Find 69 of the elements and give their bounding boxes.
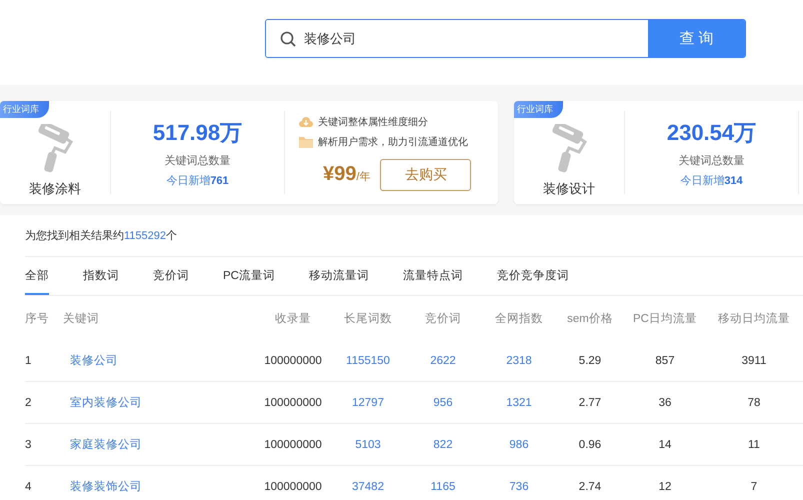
number-link[interactable]: 822: [403, 438, 483, 450]
category-badge: 行业词库: [0, 101, 49, 118]
column-header: 移动日均流量: [717, 311, 791, 326]
keyword-total: 230.54万: [666, 118, 756, 146]
column-header: 收录量: [274, 312, 312, 326]
table-cell-text: 2.77: [578, 396, 602, 408]
table-cell-text: 1: [25, 354, 32, 366]
filter-tab[interactable]: 竞价竞争度词: [496, 257, 569, 295]
number-link[interactable]: 2622: [403, 354, 483, 366]
keyword-total: 517.98万: [152, 118, 242, 146]
table-cell-text: 14: [658, 438, 672, 450]
table-cell-text: 0.96: [578, 438, 602, 450]
filter-tab[interactable]: 移动流量词: [308, 257, 369, 295]
number-link[interactable]: 37482: [333, 480, 403, 492]
category-name: 装修涂料: [29, 180, 81, 198]
column-header: 全网指数: [494, 312, 544, 326]
table-cell-text: 100000000: [263, 480, 323, 492]
table-cell-text: 11: [747, 438, 761, 450]
table-cell-text: 100000000: [263, 438, 323, 450]
keyword-link[interactable]: 家庭装修公司: [63, 437, 253, 452]
today-new: 今日新增314: [680, 174, 743, 188]
table-cell-text: 4: [25, 480, 32, 492]
table-cell-text: 857: [654, 354, 676, 366]
column-header: 序号: [25, 311, 50, 326]
column-header: PC日均流量: [632, 311, 698, 326]
price: ¥99/年: [323, 163, 370, 186]
number-link[interactable]: 1321: [483, 396, 555, 408]
number-link[interactable]: 986: [483, 438, 555, 450]
column-header: 长尾词数: [343, 312, 393, 326]
keyword-link[interactable]: 装修公司: [63, 353, 253, 368]
number-link[interactable]: 736: [483, 480, 555, 492]
number-link[interactable]: 5103: [333, 438, 403, 450]
number-link[interactable]: 1155150: [333, 354, 403, 366]
table-cell-text: 7: [750, 480, 758, 492]
column-header: 关键词: [63, 312, 100, 326]
table-cell-text: 100000000: [263, 396, 323, 408]
total-label: 关键词总数量: [164, 154, 230, 168]
table-cell-text: 78: [746, 396, 762, 408]
category-badge: 行业词库: [514, 101, 563, 118]
number-link[interactable]: 2318: [483, 354, 555, 366]
buy-button[interactable]: 去购买: [380, 158, 472, 190]
table-cell-text: 5.29: [578, 354, 602, 366]
filter-tab[interactable]: PC流量词: [223, 257, 275, 295]
column-header: 竞价词: [424, 311, 462, 326]
category-name: 装修设计: [543, 180, 595, 198]
number-link[interactable]: 1165: [403, 480, 483, 492]
table-cell-text: 12: [658, 480, 672, 492]
filter-tab[interactable]: 指数词: [83, 257, 119, 295]
table-cell-text: 3911: [740, 354, 768, 366]
table-cell-text: 2: [25, 396, 32, 408]
today-new: 今日新增761: [166, 174, 229, 188]
filter-tab[interactable]: 全部: [25, 257, 49, 295]
keyword-link[interactable]: 室内装修公司: [63, 395, 253, 410]
number-link[interactable]: 12797: [333, 396, 403, 408]
cloud-download-icon: [299, 116, 313, 128]
table-cell-text: 36: [658, 396, 672, 408]
filter-tab[interactable]: 流量特点词: [402, 257, 463, 295]
keyword-link[interactable]: 装修装饰公司: [63, 479, 253, 494]
number-link[interactable]: 956: [403, 396, 483, 408]
table-cell-text: 100000000: [263, 354, 323, 366]
total-label: 关键词总数量: [678, 154, 744, 168]
result-count-text: 为您找到相关结果约1155292个: [25, 228, 178, 243]
feature-text: 解析用户需求，助力引流通道优化: [318, 136, 468, 148]
table-cell-text: 2.74: [578, 480, 602, 492]
table-cell-text: 3: [25, 438, 32, 450]
filter-tab[interactable]: 竞价词: [153, 257, 189, 295]
column-header: sem价格: [566, 312, 614, 326]
folder-icon: [299, 136, 313, 148]
feature-text: 关键词整体属性维度细分: [318, 116, 428, 128]
